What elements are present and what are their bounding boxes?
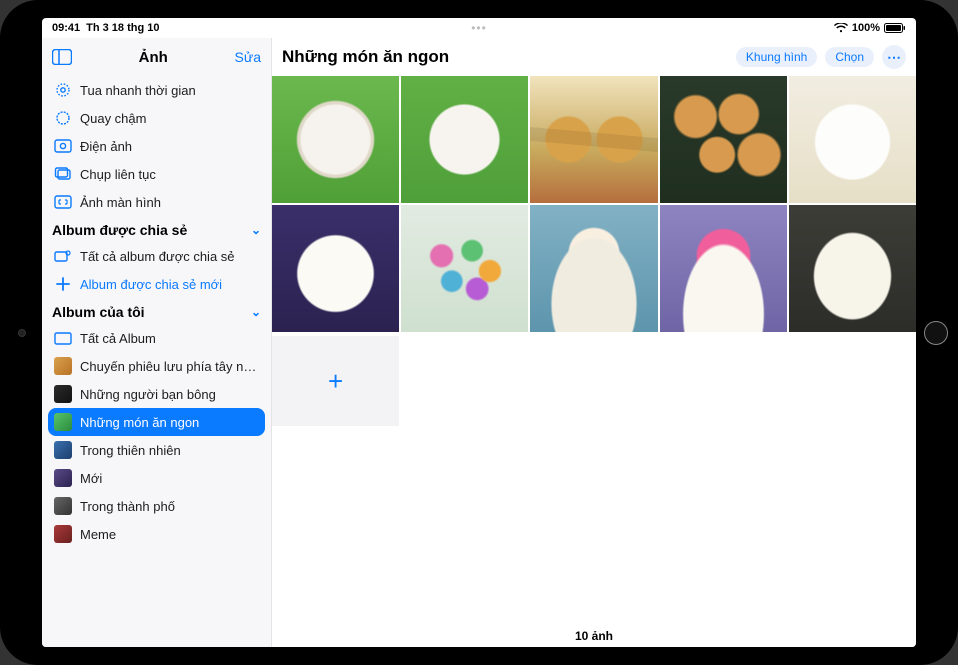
add-photo-button[interactable]: + [272, 336, 399, 426]
sidebar-title: Ảnh [72, 49, 235, 66]
sidebar-section-label: Album được chia sẻ [52, 222, 187, 238]
shared-album-icon [54, 247, 72, 265]
sidebar-item-label: Mới [80, 471, 102, 486]
sidebar-item-all-albums[interactable]: Tất cả Album [42, 324, 271, 352]
sidebar-item-album[interactable]: Mới [42, 464, 271, 492]
photo-thumbnail[interactable] [789, 76, 916, 203]
photo-thumbnail[interactable] [789, 205, 916, 332]
sidebar-item-slomo[interactable]: Quay chậm [42, 104, 271, 132]
sidebar-item-label: Chụp liên tục [80, 167, 156, 182]
select-button[interactable]: Chọn [825, 47, 874, 67]
photo-thumbnail[interactable] [660, 76, 787, 203]
sidebar-item-label: Những món ăn ngon [80, 415, 199, 430]
wifi-icon [834, 23, 848, 33]
slomo-icon [54, 109, 72, 127]
sidebar-item-label: Trong thành phố [80, 499, 175, 514]
album-thumb [54, 357, 72, 375]
photo-count: 10 ảnh [272, 623, 916, 647]
album-thumb [54, 413, 72, 431]
photo-thumbnail[interactable] [530, 76, 657, 203]
plus-icon [54, 275, 72, 293]
sidebar-item-new-shared[interactable]: Album được chia sẻ mới [42, 270, 271, 298]
sidebar-item-album[interactable]: Meme [42, 520, 271, 548]
sidebar-item-burst[interactable]: Chụp liên tục [42, 160, 271, 188]
status-date: Th 3 18 thg 10 [86, 22, 159, 34]
sidebar-item-label: Điện ảnh [80, 139, 132, 154]
battery-percent: 100% [852, 22, 880, 34]
sidebar-item-label: Chuyến phiêu lưu phía tây nam [80, 359, 261, 374]
album-title: Những món ăn ngon [282, 47, 449, 67]
album-thumb [54, 497, 72, 515]
sidebar-section-label: Album của tôi [52, 304, 145, 320]
chevron-down-icon: ⌄ [251, 223, 261, 237]
screenshot-icon [54, 193, 72, 211]
sidebar-item-label: Album được chia sẻ mới [80, 277, 222, 292]
sidebar-item-all-shared[interactable]: Tất cả album được chia sẻ [42, 242, 271, 270]
album-thumb [54, 469, 72, 487]
sidebar-item-cinematic[interactable]: Điện ảnh [42, 132, 271, 160]
sidebar-item-label: Tất cả Album [80, 331, 156, 346]
photo-thumbnail[interactable] [660, 205, 787, 332]
status-time: 09:41 [52, 22, 80, 34]
photo-thumbnail[interactable] [401, 205, 528, 332]
photo-thumbnail[interactable] [530, 205, 657, 332]
main-content: Những món ăn ngon Khung hình Chọn ⋯ [272, 38, 916, 647]
sidebar-item-label: Quay chậm [80, 111, 146, 126]
sidebar-item-timelapse[interactable]: Tua nhanh thời gian [42, 76, 271, 104]
sidebar-item-label: Tua nhanh thời gian [80, 83, 196, 98]
sidebar-item-label: Những người bạn bông [80, 387, 216, 402]
battery-icon [884, 23, 906, 33]
sidebar-toggle-icon[interactable] [52, 49, 72, 65]
sidebar-item-album[interactable]: Những người bạn bông [42, 380, 271, 408]
sidebar-section-my-albums[interactable]: Album của tôi ⌄ [42, 298, 271, 324]
timelapse-icon [54, 81, 72, 99]
album-thumb [54, 525, 72, 543]
burst-icon [54, 165, 72, 183]
ellipsis-icon: ⋯ [887, 49, 901, 66]
more-button[interactable]: ⋯ [882, 45, 906, 69]
sidebar-item-album-selected[interactable]: Những món ăn ngon [48, 408, 265, 436]
sidebar-item-label: Meme [80, 527, 116, 542]
multitasking-dots-icon[interactable]: ••• [471, 21, 487, 35]
slideshow-button[interactable]: Khung hình [736, 47, 817, 67]
sidebar-item-album[interactable]: Chuyến phiêu lưu phía tây nam [42, 352, 271, 380]
album-thumb [54, 385, 72, 403]
albums-icon [54, 329, 72, 347]
sidebar-edit-button[interactable]: Sửa [235, 49, 262, 65]
sidebar-section-shared[interactable]: Album được chia sẻ ⌄ [42, 216, 271, 242]
sidebar-item-label: Tất cả album được chia sẻ [80, 249, 235, 264]
home-button[interactable] [924, 321, 948, 345]
chevron-down-icon: ⌄ [251, 305, 261, 319]
photo-thumbnail[interactable] [401, 76, 528, 203]
cinematic-icon [54, 137, 72, 155]
photo-grid: + [272, 76, 916, 426]
sidebar: Ảnh Sửa Tua nhanh thời gian Quay chậm Đi… [42, 38, 272, 647]
plus-icon: + [328, 366, 343, 397]
sidebar-item-label: Ảnh màn hình [80, 195, 161, 210]
photo-thumbnail[interactable] [272, 205, 399, 332]
sidebar-item-label: Trong thiên nhiên [80, 443, 181, 458]
sidebar-item-album[interactable]: Trong thiên nhiên [42, 436, 271, 464]
photo-thumbnail[interactable] [272, 76, 399, 203]
album-thumb [54, 441, 72, 459]
sidebar-item-screenshot[interactable]: Ảnh màn hình [42, 188, 271, 216]
sidebar-item-album[interactable]: Trong thành phố [42, 492, 271, 520]
